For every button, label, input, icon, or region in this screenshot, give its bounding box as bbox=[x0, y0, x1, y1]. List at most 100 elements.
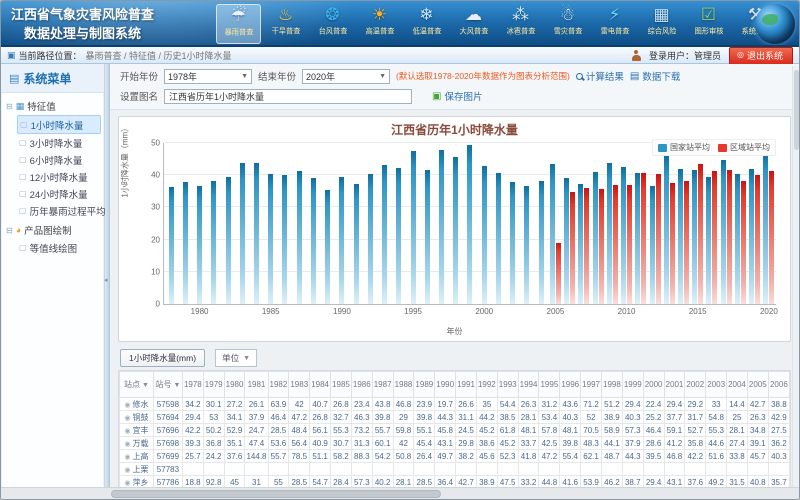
value-cell: 48.1 bbox=[518, 424, 539, 437]
value-cell: 50.2 bbox=[203, 424, 224, 437]
value-cell bbox=[518, 463, 539, 476]
value-cell: 44.8 bbox=[539, 476, 560, 488]
end-year-select[interactable]: 2020年 ▼ bbox=[302, 69, 390, 84]
radio-icon[interactable]: ◉ bbox=[124, 415, 130, 422]
value-cell: 26.3 bbox=[747, 411, 768, 424]
value-cell: 40.3 bbox=[622, 411, 643, 424]
toolbar-item-雷电普查[interactable]: ⚡ 雷电普查 bbox=[592, 4, 637, 44]
低温普查-icon: ❄ bbox=[419, 4, 433, 26]
start-year-select[interactable]: 1978年 ▼ bbox=[164, 69, 252, 84]
table-row-上栗[interactable]: ◉上栗 57783 bbox=[120, 463, 790, 476]
radio-icon[interactable]: ◉ bbox=[124, 480, 130, 487]
value-cell: 44.3 bbox=[435, 411, 456, 424]
figname-input[interactable] bbox=[164, 89, 412, 104]
value-cell: 38.5 bbox=[497, 411, 518, 424]
data-table: 站点▼ 站号▼197819791980198119821983198419851… bbox=[119, 371, 790, 487]
station-name-cell[interactable]: ◉上栗 bbox=[120, 463, 154, 476]
sidebar-group-特征值[interactable]: ⊟ ▦ 特征值 bbox=[4, 97, 101, 115]
calc-result-button[interactable]: 计算结果 bbox=[576, 69, 624, 83]
sidebar-item-历年暴雨过程平均雨量[interactable]: ▢ 历年暴雨过程平均雨量 bbox=[17, 202, 101, 219]
toolbar-item-低温普查[interactable]: ❄ 低温普查 bbox=[404, 4, 449, 44]
sidebar-item-3小时降水量[interactable]: ▢ 3小时降水量 bbox=[17, 134, 101, 151]
value-cell bbox=[664, 463, 685, 476]
station-id-cell: 57786 bbox=[153, 476, 182, 488]
radio-icon[interactable]: ◉ bbox=[124, 467, 130, 474]
table-row-上高[interactable]: ◉上高 5769925.724.237.6144.855.778.551.158… bbox=[120, 450, 790, 463]
value-cell: 52 bbox=[581, 411, 602, 424]
bar-group-2013 bbox=[662, 143, 676, 304]
regional-station-bar-2012 bbox=[656, 174, 661, 304]
toolbar-item-冰雹普查[interactable]: ⁂ 冰雹普查 bbox=[498, 4, 543, 44]
大风普查-icon: ☁ bbox=[465, 4, 482, 26]
horizontal-scrollbar[interactable] bbox=[1, 487, 799, 499]
station-id-column-filter[interactable]: 站号▼ bbox=[153, 372, 182, 398]
y-tick-label: 10 bbox=[151, 267, 160, 276]
document-icon: ▢ bbox=[19, 243, 27, 252]
sidebar-item-24小时降水量[interactable]: ▢ 24小时降水量 bbox=[17, 185, 101, 202]
toolbar-item-综合风险[interactable]: ▦ 综合风险 bbox=[639, 4, 684, 44]
bar-group-2002 bbox=[506, 143, 520, 304]
toolbar-item-台风普查[interactable]: ❂ 台风普查 bbox=[310, 4, 355, 44]
globe-decoration-icon bbox=[755, 4, 795, 44]
sidebar-group-产品图绘制[interactable]: ⊟ ◕ 产品图绘制 bbox=[4, 221, 101, 239]
data-download-button[interactable]: ▤ 数据下载 bbox=[630, 69, 680, 83]
value-cell: 35.8 bbox=[685, 437, 706, 450]
radio-icon[interactable]: ◉ bbox=[124, 428, 130, 435]
unit-dropdown[interactable]: 单位 ▼ bbox=[215, 349, 257, 367]
radio-icon[interactable]: ◉ bbox=[124, 402, 130, 409]
value-cell: 38.9 bbox=[602, 411, 623, 424]
sidebar-item-1小时降水量[interactable]: ▢ 1小时降水量 bbox=[17, 115, 101, 134]
sidebar-item-等值线绘图[interactable]: ▢ 等值线绘图 bbox=[17, 239, 101, 256]
sidebar-item-6小时降水量[interactable]: ▢ 6小时降水量 bbox=[17, 151, 101, 168]
toolbar-item-雪灾普查[interactable]: ☃ 雪灾普查 bbox=[545, 4, 590, 44]
vertical-scrollbar[interactable] bbox=[792, 66, 799, 487]
table-row-万载[interactable]: ◉万载 5769839.336.835.147.453.656.440.930.… bbox=[120, 437, 790, 450]
breadcrumb[interactable]: 暴雨普查 / 特征值 / 历史1小时降水量 bbox=[86, 49, 232, 62]
value-cell: 49.7 bbox=[435, 450, 456, 463]
horizontal-scrollbar-thumb[interactable] bbox=[111, 490, 441, 498]
value-cell bbox=[581, 463, 602, 476]
radio-icon[interactable]: ◉ bbox=[124, 441, 130, 448]
value-cell: 34.8 bbox=[747, 424, 768, 437]
station-name-cell[interactable]: ◉上高 bbox=[120, 450, 154, 463]
table-row-铜鼓[interactable]: ◉铜鼓 5769429.45334.137.946.447.226.832.74… bbox=[120, 411, 790, 424]
logout-button[interactable]: ◎ 退出系统 bbox=[729, 47, 793, 65]
station-name-cell[interactable]: ◉铜鼓 bbox=[120, 411, 154, 424]
value-cell: 43.1 bbox=[435, 437, 456, 450]
value-cell: 24.7 bbox=[245, 424, 268, 437]
value-cell: 39.1 bbox=[747, 437, 768, 450]
toolbar-item-大风普查[interactable]: ☁ 大风普查 bbox=[451, 4, 496, 44]
value-cell bbox=[768, 463, 789, 476]
radio-icon[interactable]: ◉ bbox=[124, 454, 130, 461]
table-row-萍乡[interactable]: ◉萍乡 5778618.892.845315528.554.728.457.34… bbox=[120, 476, 790, 488]
save-image-button[interactable]: ▣ 保存图片 bbox=[432, 89, 482, 103]
value-cell: 36.8 bbox=[203, 437, 224, 450]
vertical-scrollbar-thumb[interactable] bbox=[794, 70, 799, 150]
group-icon: ◕ bbox=[16, 225, 21, 235]
data-table-wrap: 站点▼ 站号▼197819791980198119821983198419851… bbox=[118, 370, 791, 487]
station-column-filter[interactable]: 站点▼ bbox=[120, 372, 154, 398]
toolbar-item-干旱普查[interactable]: ♨ 干旱普查 bbox=[263, 4, 308, 44]
table-row-修水[interactable]: ◉修水 5759834.230.127.226.163.94240.726.82… bbox=[120, 398, 790, 411]
value-cell: 45.7 bbox=[747, 450, 768, 463]
value-cell: 27.2 bbox=[224, 398, 245, 411]
toolbar-item-暴雨普查[interactable]: ☔ 暴雨普查 bbox=[216, 4, 261, 44]
unit-button[interactable]: 1小时降水量(mm) bbox=[120, 349, 205, 367]
toolbar-item-高温普查[interactable]: ☀ 高温普查 bbox=[357, 4, 402, 44]
national-station-bar-2018 bbox=[735, 174, 740, 304]
national-station-bar-2017 bbox=[721, 160, 726, 304]
national-station-bar-1988 bbox=[311, 178, 316, 304]
regional-station-bar-2009 bbox=[613, 185, 618, 304]
bar-group-2005 bbox=[548, 143, 562, 304]
value-cell: 26.8 bbox=[310, 411, 331, 424]
station-name-cell[interactable]: ◉宜丰 bbox=[120, 424, 154, 437]
value-cell: 38.9 bbox=[476, 476, 497, 488]
toolbar-item-图形审核[interactable]: ☑ 图形审核 bbox=[686, 4, 731, 44]
station-name-cell[interactable]: ◉萍乡 bbox=[120, 476, 154, 488]
station-name-cell[interactable]: ◉万载 bbox=[120, 437, 154, 450]
table-row-宜丰[interactable]: ◉宜丰 5769642.250.252.924.728.548.456.155.… bbox=[120, 424, 790, 437]
station-name-cell[interactable]: ◉修水 bbox=[120, 398, 154, 411]
value-cell: 33.2 bbox=[518, 476, 539, 488]
value-cell: 46.8 bbox=[664, 450, 685, 463]
sidebar-item-12小时降水量[interactable]: ▢ 12小时降水量 bbox=[17, 168, 101, 185]
